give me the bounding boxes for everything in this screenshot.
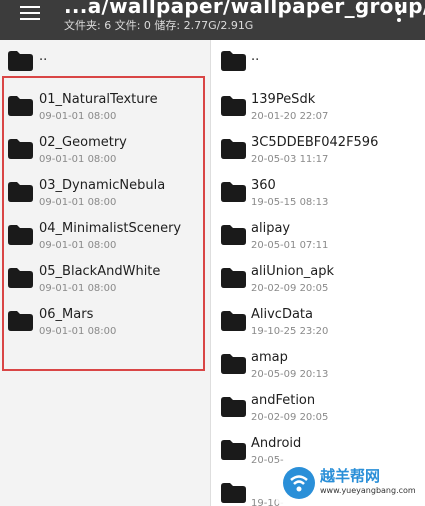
folder-name: AlivcData: [251, 307, 313, 322]
folder-icon: [221, 51, 246, 71]
watermark-url: www.yueyangbang.com: [320, 486, 416, 495]
folder-date: 09-01-01 08:00: [39, 240, 117, 251]
folder-icon: [221, 354, 246, 374]
folder-name: amap: [251, 350, 288, 365]
folder-date: 09-01-01 08:00: [39, 197, 117, 208]
folder-name: alipay: [251, 221, 291, 236]
folder-date: 20-05-01 07:11: [251, 240, 329, 251]
folder-row[interactable]: AlivcData 19-10-25 23:20: [211, 299, 425, 342]
folder-row[interactable]: 06_Mars 09-01-01 08:00: [0, 299, 211, 342]
folder-date: 19-10-25 23:20: [251, 326, 329, 337]
folder-date: 20-05-09 20:13: [251, 369, 329, 380]
folder-date: 09-01-01 08:00: [39, 283, 117, 294]
parent-directory-label: ..: [39, 49, 48, 64]
watermark-text: 越羊帮网: [320, 467, 381, 485]
folder-icon: [221, 397, 246, 417]
folder-name: Android: [251, 436, 302, 451]
folder-icon: [221, 268, 246, 288]
folder-row[interactable]: alipay 20-05-01 07:11: [211, 213, 425, 256]
folder-icon: [221, 483, 246, 503]
storage-stats: 文件夹: 6 文件: 0 储存: 2.77G/2.91G: [64, 19, 254, 32]
folder-name: 04_MinimalistScenery: [39, 221, 182, 236]
folder-date: 20-05-03 11:17: [251, 154, 329, 165]
folder-date: 19-05-15 08:13: [251, 197, 329, 208]
parent-directory-row[interactable]: ..: [0, 43, 211, 86]
folder-icon: [8, 225, 33, 245]
current-path: ...a/wallpaper/wallpaper_group/: [64, 0, 425, 18]
folder-name: 139PeSdk: [251, 92, 316, 107]
folder-name: andFetion: [251, 393, 316, 408]
folder-row[interactable]: aliUnion_apk 20-02-09 20:05: [211, 256, 425, 299]
folder-row[interactable]: 3C5DDEBF042F596 20-05-03 11:17: [211, 127, 425, 170]
parent-directory-row[interactable]: ..: [211, 43, 425, 86]
folder-date: 20-02-09 20:05: [251, 412, 329, 423]
folder-icon: [8, 268, 33, 288]
folder-row[interactable]: andFetion 20-02-09 20:05: [211, 385, 425, 428]
folder-icon: [8, 51, 33, 71]
folder-name: 01_NaturalTexture: [39, 92, 158, 107]
right-file-pane: .. 139PeSdk 20-01-20 22:07 3C5DDEBF042F596 2…: [211, 40, 425, 506]
watermark-logo-icon: [283, 467, 315, 499]
folder-name: 05_BlackAndWhite: [39, 264, 161, 279]
folder-icon: [8, 182, 33, 202]
folder-name: aliUnion_apk: [251, 264, 334, 279]
parent-directory-label: ..: [251, 49, 260, 64]
app-bar: ...a/wallpaper/wallpaper_group/ 文件夹: 6 文…: [0, 0, 425, 40]
folder-icon: [221, 440, 246, 460]
folder-icon: [221, 182, 246, 202]
folder-icon: [221, 96, 246, 116]
folder-date: 09-01-01 08:00: [39, 154, 117, 165]
folder-icon: [221, 225, 246, 245]
folder-row[interactable]: 05_BlackAndWhite 09-01-01 08:00: [0, 256, 211, 299]
folder-row[interactable]: 02_Geometry 09-01-01 08:00: [0, 127, 211, 170]
folder-row[interactable]: 139PeSdk 20-01-20 22:07: [211, 84, 425, 127]
left-file-pane: .. 01_NaturalTexture 09-01-01 08:00 02_Geom…: [0, 40, 211, 506]
site-watermark: 越羊帮网 www.yueyangbang.com: [276, 462, 422, 504]
folder-icon: [8, 139, 33, 159]
folder-date: 09-01-01 08:00: [39, 326, 117, 337]
more-options-icon[interactable]: [397, 4, 401, 22]
folder-row[interactable]: 360 19-05-15 08:13: [211, 170, 425, 213]
folder-icon: [8, 311, 33, 331]
folder-date: 09-01-01 08:00: [39, 111, 117, 122]
menu-icon[interactable]: [20, 6, 40, 20]
folder-row[interactable]: 01_NaturalTexture 09-01-01 08:00: [0, 84, 211, 127]
folder-name: 06_Mars: [39, 307, 94, 322]
folder-row[interactable]: 03_DynamicNebula 09-01-01 08:00: [0, 170, 211, 213]
folder-name: 360: [251, 178, 276, 193]
folder-date: 20-02-09 20:05: [251, 283, 329, 294]
folder-name: 02_Geometry: [39, 135, 127, 150]
folder-row[interactable]: amap 20-05-09 20:13: [211, 342, 425, 385]
folder-name: 03_DynamicNebula: [39, 178, 166, 193]
folder-icon: [221, 139, 246, 159]
folder-row[interactable]: 04_MinimalistScenery 09-01-01 08:00: [0, 213, 211, 256]
folder-icon: [221, 311, 246, 331]
folder-icon: [8, 96, 33, 116]
folder-date: 20-01-20 22:07: [251, 111, 329, 122]
folder-name: 3C5DDEBF042F596: [251, 135, 379, 150]
